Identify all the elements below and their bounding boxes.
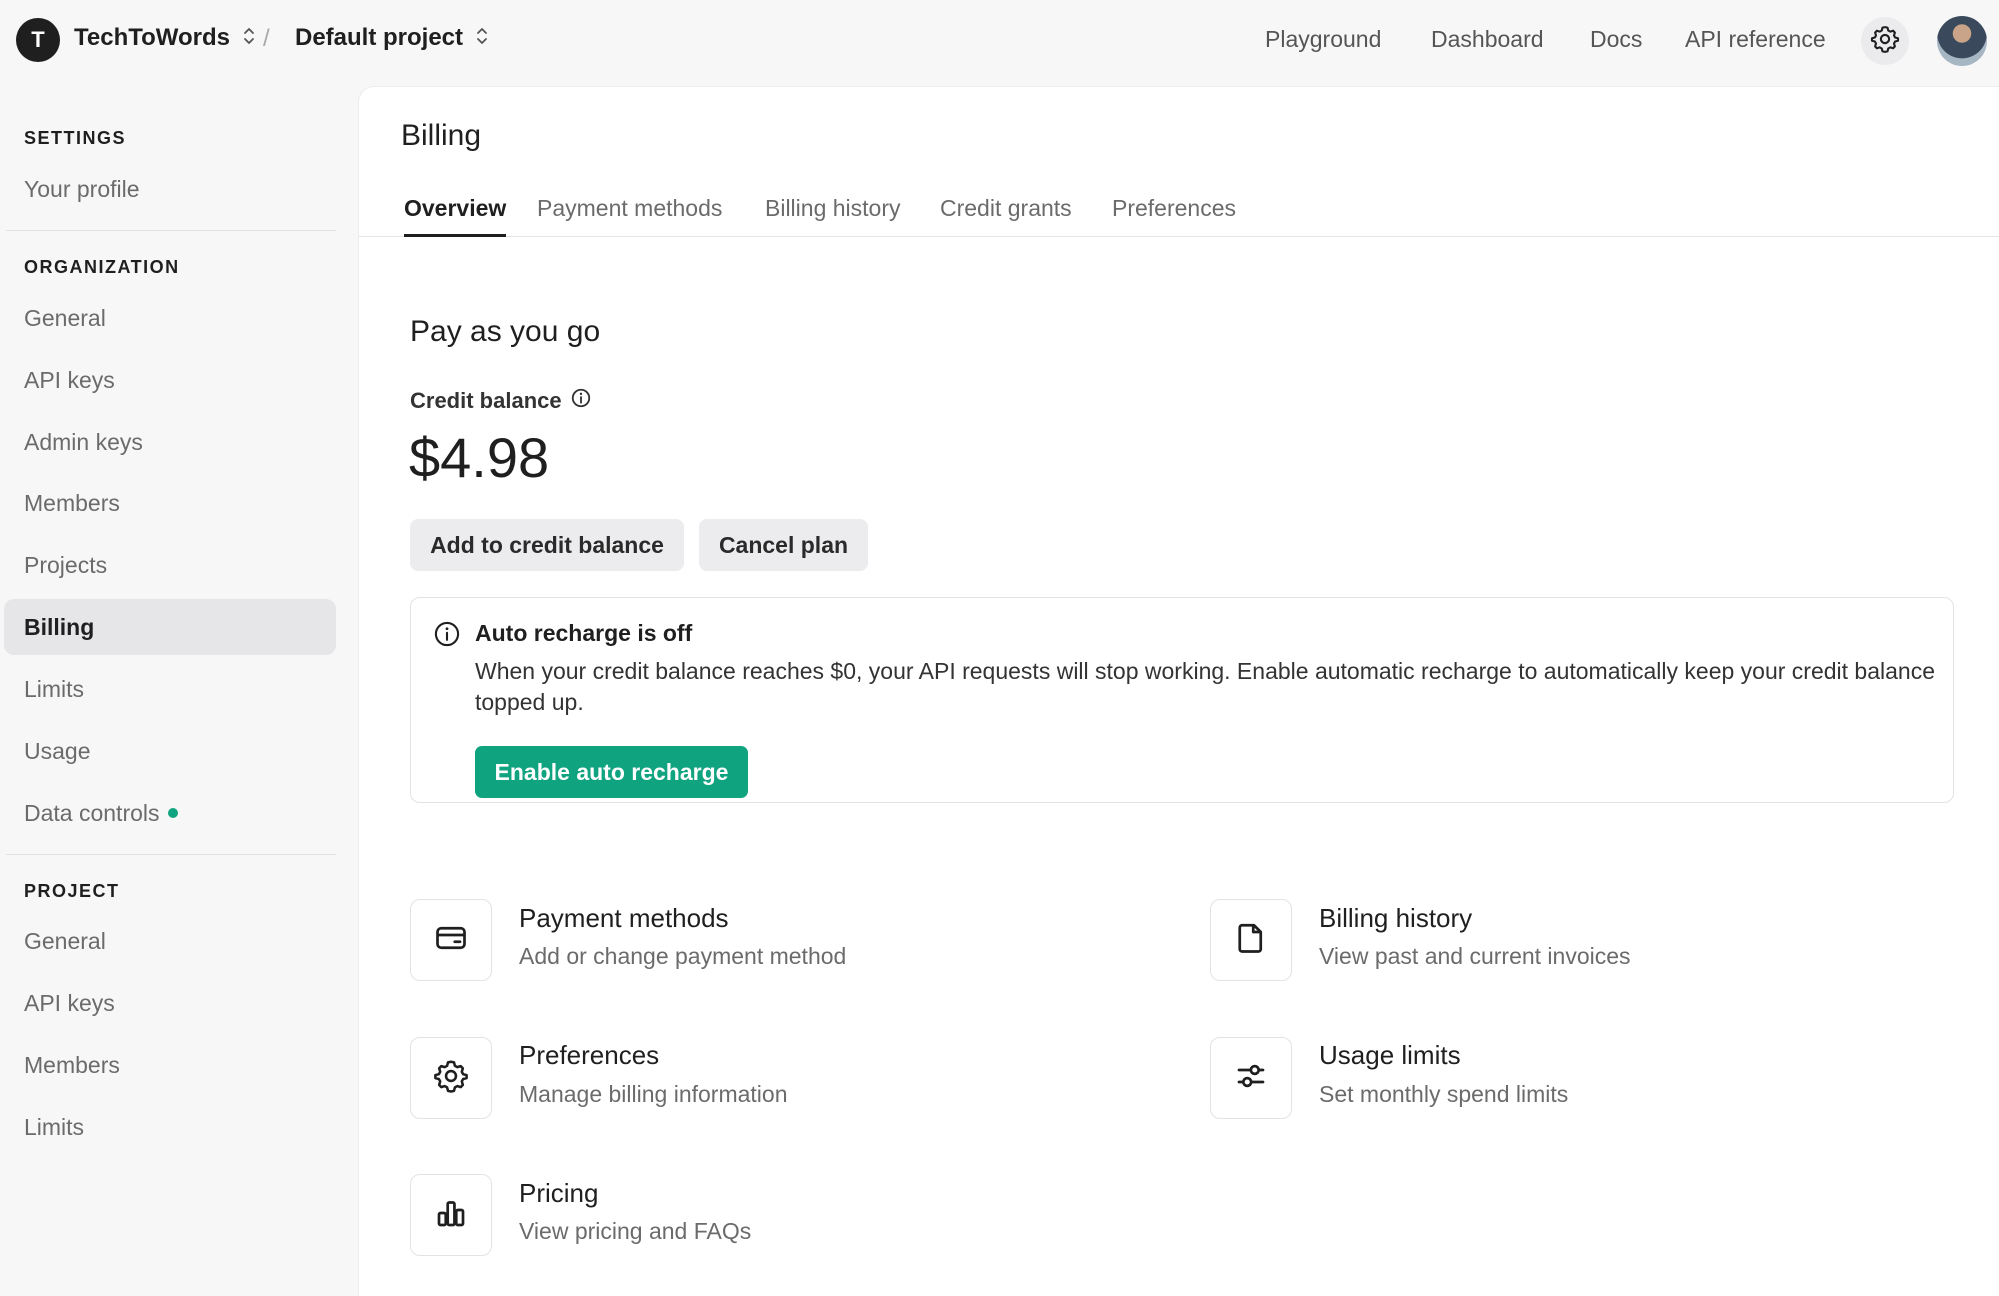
tab-billing-history[interactable]: Billing history — [765, 195, 901, 237]
payment-methods-card-icon[interactable] — [410, 899, 492, 981]
divider — [6, 854, 336, 855]
project-name: Default project — [295, 24, 464, 51]
sidebar-item-billing[interactable]: Billing — [4, 599, 336, 655]
sidebar-item-org-general[interactable]: General — [4, 290, 336, 346]
credit-balance-label: Credit balance — [410, 387, 592, 415]
usage-limits-card-icon[interactable] — [1210, 1037, 1292, 1119]
enable-auto-recharge-button[interactable]: Enable auto recharge — [475, 746, 748, 798]
sidebar-item-label: Data controls — [24, 799, 160, 826]
info-icon[interactable] — [570, 387, 592, 415]
divider — [6, 230, 336, 231]
nav-docs[interactable]: Docs — [1590, 26, 1642, 53]
credit-balance-value: $4.98 — [409, 426, 550, 489]
credit-card-icon — [433, 920, 469, 961]
auto-recharge-notice: Auto recharge is off When your credit ba… — [410, 597, 1954, 803]
pricing-link[interactable]: Pricing — [519, 1178, 598, 1209]
project-switcher[interactable]: Default project — [295, 24, 489, 52]
sidebar-item-project-members[interactable]: Members — [4, 1037, 336, 1093]
tab-preferences[interactable]: Preferences — [1112, 195, 1236, 237]
gear-icon — [433, 1058, 469, 1099]
org-switcher[interactable]: TechToWords — [74, 24, 256, 52]
page-title: Billing — [401, 119, 482, 152]
billing-history-link[interactable]: Billing history — [1319, 903, 1472, 934]
sidebar-item-admin-keys[interactable]: Admin keys — [4, 414, 336, 470]
tab-bar: Overview Payment methods Billing history… — [359, 187, 1999, 237]
chevron-updown-icon — [475, 26, 489, 51]
tab-overview[interactable]: Overview — [404, 195, 507, 237]
usage-limits-link[interactable]: Usage limits — [1319, 1040, 1461, 1071]
pricing-desc: View pricing and FAQs — [519, 1218, 752, 1244]
sidebar-item-org-limits[interactable]: Limits — [4, 661, 336, 717]
user-avatar[interactable] — [1937, 16, 1987, 66]
billing-history-desc: View past and current invoices — [1319, 943, 1631, 969]
bar-chart-icon — [433, 1195, 469, 1236]
sidebar-item-data-controls[interactable]: Data controls — [4, 785, 336, 841]
preferences-link[interactable]: Preferences — [519, 1040, 659, 1071]
sidebar-item-project-limits[interactable]: Limits — [4, 1099, 336, 1155]
credit-balance-label-text: Credit balance — [410, 388, 562, 413]
billing-history-card-icon[interactable] — [1210, 899, 1292, 981]
info-icon — [433, 620, 461, 653]
project-heading: PROJECT — [24, 881, 120, 901]
cancel-plan-button[interactable]: Cancel plan — [699, 519, 868, 571]
status-dot — [167, 808, 178, 818]
document-icon — [1233, 920, 1269, 961]
nav-api-reference[interactable]: API reference — [1685, 26, 1826, 53]
org-name: TechToWords — [74, 24, 230, 51]
gear-icon — [1870, 24, 1900, 59]
settings-button[interactable] — [1861, 17, 1909, 65]
org-avatar[interactable]: T — [16, 18, 60, 62]
section-title: Pay as you go — [410, 315, 601, 348]
sidebar: SETTINGS Your profile ORGANIZATION Gener… — [0, 86, 358, 1296]
sidebar-item-project-general[interactable]: General — [4, 913, 336, 969]
tab-payment-methods[interactable]: Payment methods — [537, 195, 722, 237]
chevron-updown-icon — [242, 26, 256, 51]
add-credit-button[interactable]: Add to credit balance — [410, 519, 684, 571]
notice-text: When your credit balance reaches $0, you… — [475, 658, 1935, 715]
tab-credit-grants[interactable]: Credit grants — [940, 195, 1072, 237]
breadcrumb-separator: / — [263, 25, 270, 52]
notice-title: Auto recharge is off — [475, 620, 693, 646]
sidebar-item-org-api-keys[interactable]: API keys — [4, 352, 336, 408]
main-panel: Billing Overview Payment methods Billing… — [358, 86, 1999, 1296]
sliders-icon — [1233, 1058, 1269, 1099]
usage-limits-desc: Set monthly spend limits — [1319, 1081, 1569, 1107]
sidebar-item-project-api-keys[interactable]: API keys — [4, 975, 336, 1031]
settings-heading: SETTINGS — [24, 128, 127, 148]
top-bar: T TechToWords / Default project Playgrou… — [0, 0, 1999, 86]
preferences-card-icon[interactable] — [410, 1037, 492, 1119]
preferences-desc: Manage billing information — [519, 1081, 788, 1107]
sidebar-item-org-members[interactable]: Members — [4, 475, 336, 531]
payment-methods-link[interactable]: Payment methods — [519, 903, 729, 934]
payment-methods-desc: Add or change payment method — [519, 943, 847, 969]
sidebar-item-usage[interactable]: Usage — [4, 723, 336, 779]
sidebar-item-your-profile[interactable]: Your profile — [4, 161, 336, 217]
organization-heading: ORGANIZATION — [24, 257, 180, 277]
nav-dashboard[interactable]: Dashboard — [1431, 26, 1544, 53]
pricing-card-icon[interactable] — [410, 1174, 492, 1256]
nav-playground[interactable]: Playground — [1265, 26, 1381, 53]
sidebar-item-projects[interactable]: Projects — [4, 537, 336, 593]
